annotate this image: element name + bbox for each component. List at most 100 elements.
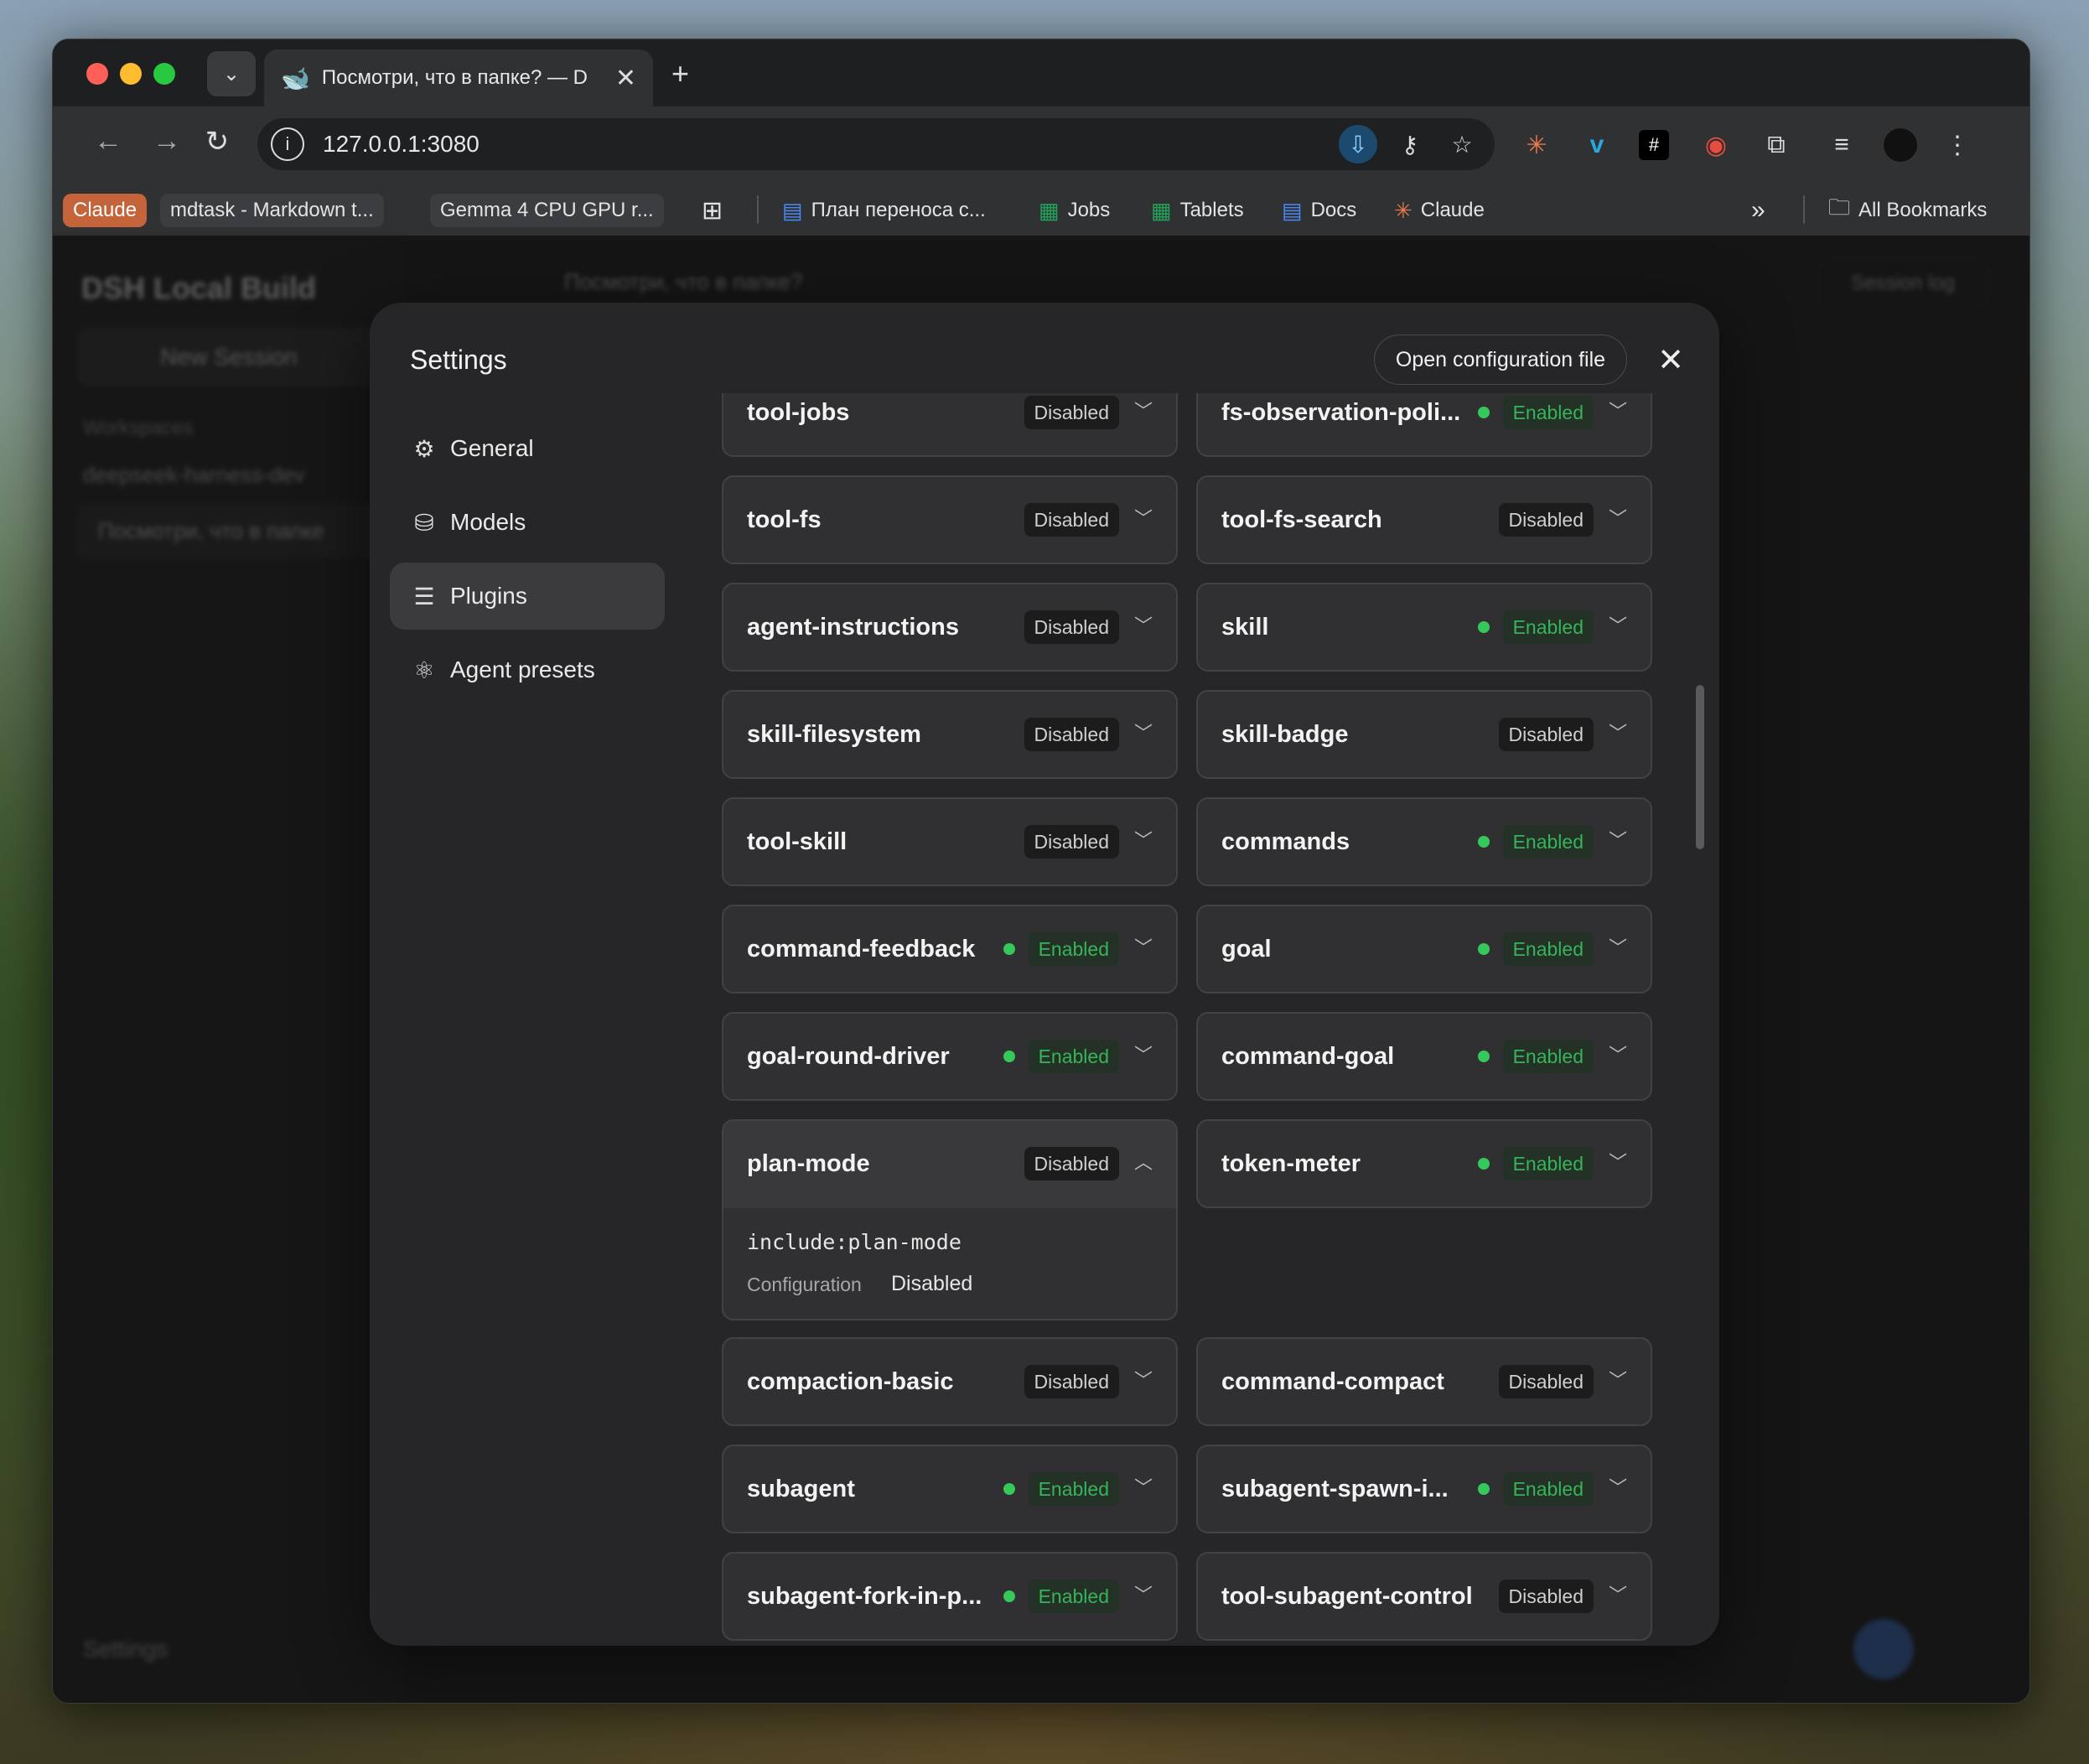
plugin-status-badge: Disabled bbox=[1498, 1580, 1594, 1613]
star-icon[interactable]: ☆ bbox=[1443, 125, 1481, 163]
plugin-card[interactable]: subagent Enabled ﹀ bbox=[722, 1445, 1178, 1533]
bookmark-docs[interactable]: ▤ Docs bbox=[1282, 194, 1356, 227]
chevron-down-icon[interactable]: ﹀ bbox=[1133, 931, 1154, 965]
vimeo-extension-icon[interactable]: v bbox=[1578, 127, 1615, 163]
plugin-card[interactable]: goal-round-driver Enabled ﹀ bbox=[722, 1012, 1178, 1101]
plugin-card[interactable]: subagent-spawn-i... Enabled ﹀ bbox=[1196, 1445, 1652, 1533]
forward-arrow-icon[interactable]: → bbox=[147, 125, 187, 158]
nav-item-general[interactable]: ⚙ General bbox=[390, 415, 665, 482]
tab-close-icon[interactable]: ✕ bbox=[615, 64, 636, 93]
apps-grid-icon[interactable]: ⊞ bbox=[702, 194, 723, 227]
chevron-down-icon[interactable]: ﹀ bbox=[1607, 931, 1629, 965]
bookmark-plan[interactable]: ▤ План переноса с... bbox=[782, 194, 986, 227]
plugin-card[interactable]: commands Enabled ﹀ bbox=[1196, 797, 1652, 886]
nav-item-agent-presets[interactable]: ⚛ Agent presets bbox=[390, 636, 665, 703]
key-icon[interactable]: ⚷ bbox=[1391, 125, 1429, 163]
plugin-card[interactable]: command-feedback Enabled ﹀ bbox=[722, 905, 1178, 994]
chevron-down-icon[interactable]: ﹀ bbox=[1133, 717, 1154, 750]
status-dot-icon bbox=[1478, 1158, 1490, 1170]
chevron-down-icon[interactable]: ﹀ bbox=[1133, 1471, 1154, 1505]
chevron-down-icon[interactable]: ﹀ bbox=[1607, 717, 1629, 750]
plugin-card[interactable]: skill-filesystem Disabled ﹀ bbox=[722, 690, 1178, 779]
plugin-card[interactable]: agent-instructions Disabled ﹀ bbox=[722, 583, 1178, 672]
plugin-card[interactable]: tool-skill Disabled ﹀ bbox=[722, 797, 1178, 886]
chevron-down-icon[interactable]: ﹀ bbox=[1607, 1579, 1629, 1612]
reading-list-icon[interactable]: ≡ bbox=[1823, 127, 1860, 163]
plugin-card[interactable]: skill Enabled ﹀ bbox=[1196, 583, 1652, 672]
nav-item-plugins[interactable]: ☰ Plugins bbox=[390, 563, 665, 630]
close-icon[interactable]: ✕ bbox=[1651, 340, 1691, 380]
tab-search-button[interactable]: ⌄ bbox=[207, 51, 256, 96]
app-settings-link: Settings bbox=[83, 1636, 168, 1662]
install-app-icon[interactable]: ⇩ bbox=[1339, 125, 1377, 163]
chevron-down-icon[interactable]: ﹀ bbox=[1607, 610, 1629, 643]
plugin-card[interactable]: tool-jobs Disabled ﹀ bbox=[722, 393, 1178, 457]
bookmark-tablets[interactable]: ▦ Tablets bbox=[1151, 194, 1244, 227]
chevron-down-icon[interactable]: ﹀ bbox=[1133, 610, 1154, 643]
workspaces-label: Workspaces bbox=[83, 417, 194, 439]
plugin-card[interactable]: goal Enabled ﹀ bbox=[1196, 905, 1652, 994]
nav-item-models[interactable]: ⛁ Models bbox=[390, 489, 665, 556]
extensions-puzzle-icon[interactable]: ⧉ bbox=[1758, 127, 1795, 163]
browser-tab[interactable]: 🐋 Посмотри, что в папке? — D ✕ bbox=[264, 49, 653, 106]
all-bookmarks[interactable]: 🗀 All Bookmarks bbox=[1828, 194, 1987, 227]
plugin-status-badge: Enabled bbox=[1502, 610, 1594, 644]
nav-item-label: General bbox=[450, 435, 534, 461]
profile-avatar[interactable] bbox=[1882, 127, 1919, 163]
plugin-name: agent-instructions bbox=[747, 614, 959, 641]
chevron-down-icon[interactable]: ﹀ bbox=[1607, 1364, 1629, 1398]
back-arrow-icon[interactable]: ← bbox=[88, 125, 128, 158]
status-dot-icon bbox=[1003, 1483, 1015, 1495]
hash-extension-icon[interactable]: # bbox=[1639, 130, 1669, 160]
chevron-down-icon[interactable]: ﹀ bbox=[1607, 1146, 1629, 1180]
plugin-card[interactable]: token-meter Enabled ﹀ bbox=[1196, 1119, 1652, 1208]
chevron-down-icon[interactable]: ﹀ bbox=[1607, 1471, 1629, 1505]
bookmark-gemma[interactable]: Gemma 4 CPU GPU r... bbox=[430, 194, 664, 227]
status-dot-icon bbox=[1478, 621, 1490, 633]
plugin-card[interactable]: fs-observation-poli... Enabled ﹀ bbox=[1196, 393, 1652, 457]
plugin-card[interactable]: compaction-basic Disabled ﹀ bbox=[722, 1337, 1178, 1426]
bookmark-claude[interactable]: ✳ Claude bbox=[1394, 194, 1485, 227]
session-log-button: Session log bbox=[1818, 259, 1988, 308]
chevron-down-icon[interactable]: ﹀ bbox=[1607, 824, 1629, 858]
chevron-down-icon: ⌄ bbox=[222, 62, 241, 86]
chevron-down-icon[interactable]: ﹀ bbox=[1133, 1364, 1154, 1398]
plugin-card[interactable]: command-compact Disabled ﹀ bbox=[1196, 1337, 1652, 1426]
open-configuration-file-button[interactable]: Open configuration file bbox=[1374, 335, 1627, 385]
minimize-window-button[interactable] bbox=[120, 63, 142, 85]
chevron-down-icon[interactable]: ﹀ bbox=[1133, 824, 1154, 858]
chevron-down-icon[interactable]: ﹀ bbox=[1133, 1579, 1154, 1612]
translate-extension-icon[interactable]: ◉ bbox=[1698, 127, 1734, 163]
claude-extension-icon[interactable]: ✳ bbox=[1518, 127, 1555, 163]
plugin-card[interactable]: skill-badge Disabled ﹀ bbox=[1196, 690, 1652, 779]
site-info-icon[interactable]: i bbox=[271, 127, 304, 161]
chevron-down-icon[interactable]: ﹀ bbox=[1133, 395, 1154, 428]
menu-kebab-icon[interactable]: ⋮ bbox=[1939, 127, 1976, 163]
sheet-icon: ▦ bbox=[1151, 197, 1172, 223]
close-window-button[interactable] bbox=[86, 63, 108, 85]
chevron-down-icon[interactable]: ﹀ bbox=[1607, 502, 1629, 536]
chevron-down-icon[interactable]: ﹀ bbox=[1133, 502, 1154, 536]
new-tab-icon[interactable]: + bbox=[671, 56, 689, 91]
chevron-down-icon[interactable]: ﹀ bbox=[1607, 395, 1629, 428]
bookmark-mdtask[interactable]: mdtask - Markdown t... bbox=[160, 194, 384, 227]
plugin-card[interactable]: tool-fs-search Disabled ﹀ bbox=[1196, 475, 1652, 564]
bookmark-jobs[interactable]: ▦ Jobs bbox=[1039, 194, 1110, 227]
chevron-down-icon[interactable]: ﹀ bbox=[1607, 1039, 1629, 1072]
address-bar[interactable]: i 127.0.0.1:3080 ⇩ ⚷ ☆ bbox=[257, 118, 1495, 170]
plugin-card[interactable]: tool-fs Disabled ﹀ bbox=[722, 475, 1178, 564]
bookmark-claude-chip[interactable]: Claude bbox=[63, 194, 148, 227]
reload-icon[interactable]: ↻ bbox=[197, 125, 237, 158]
plugin-card[interactable]: command-goal Enabled ﹀ bbox=[1196, 1012, 1652, 1101]
more-bookmarks-icon[interactable]: » bbox=[1751, 194, 1765, 227]
plugin-card[interactable]: plan-mode Disabled ︿ include:plan-mode Confi… bbox=[722, 1119, 1178, 1320]
url-text[interactable]: 127.0.0.1:3080 bbox=[323, 131, 1339, 158]
plugin-card[interactable]: tool-subagent-control Disabled ﹀ bbox=[1196, 1552, 1652, 1641]
chevron-up-icon[interactable]: ︿ bbox=[1133, 1146, 1154, 1180]
plugin-card[interactable]: subagent-fork-in-p... Enabled ﹀ bbox=[722, 1552, 1178, 1641]
scrollbar[interactable] bbox=[1696, 685, 1704, 849]
status-dot-icon bbox=[1478, 1483, 1490, 1495]
maximize-window-button[interactable] bbox=[153, 63, 175, 85]
chevron-down-icon[interactable]: ﹀ bbox=[1133, 1039, 1154, 1072]
modal-title: Settings bbox=[410, 345, 507, 375]
